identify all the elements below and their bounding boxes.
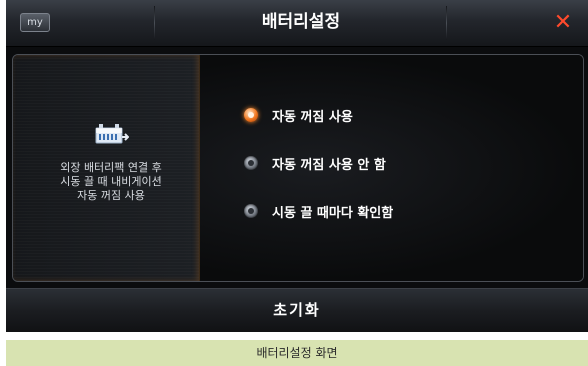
title-divider-right [446, 6, 447, 40]
description-line: 자동 꺼짐 사용 [77, 189, 145, 202]
figure-caption: 배터리설정 화면 [6, 340, 588, 366]
options-pane: 자동 꺼짐 사용 자동 꺼짐 사용 안 함 시동 끌 때마다 확인함 [200, 55, 583, 281]
option-label: 자동 꺼짐 사용 안 함 [272, 157, 386, 173]
battery-settings-screen: my 배터리설정 ✕ 외장 배터리팩 연결 후 시동 끌 때 내비게이션 자동 … [6, 0, 588, 332]
title-divider-left [154, 6, 155, 40]
option-auto-off[interactable]: 자동 꺼짐 사용 [244, 103, 353, 127]
description-line: 시동 끌 때 내비게이션 [60, 175, 162, 188]
radio-selected-icon[interactable] [244, 108, 258, 122]
reset-button[interactable]: 초기화 [6, 289, 588, 332]
close-icon[interactable]: ✕ [550, 10, 576, 36]
info-pane: 외장 배터리팩 연결 후 시동 끌 때 내비게이션 자동 꺼짐 사용 [13, 55, 200, 281]
radio-unselected-icon[interactable] [244, 156, 258, 170]
option-auto-off-disabled[interactable]: 자동 꺼짐 사용 안 함 [244, 151, 386, 175]
my-button[interactable]: my [20, 13, 50, 32]
settings-panel: 외장 배터리팩 연결 후 시동 끌 때 내비게이션 자동 꺼짐 사용 자동 꺼짐… [12, 54, 584, 282]
title-bar: my 배터리설정 ✕ [6, 0, 588, 47]
description-line: 외장 배터리팩 연결 후 [60, 161, 162, 174]
radio-unselected-icon[interactable] [244, 204, 258, 218]
option-label: 자동 꺼짐 사용 [272, 109, 353, 125]
bottom-bar: 초기화 [6, 288, 588, 332]
battery-description: 외장 배터리팩 연결 후 시동 끌 때 내비게이션 자동 꺼짐 사용 [21, 161, 201, 203]
page-title: 배터리설정 [261, 12, 341, 32]
battery-pack-icon [95, 124, 129, 144]
option-label: 시동 끌 때마다 확인함 [272, 205, 394, 221]
option-confirm-each-time[interactable]: 시동 끌 때마다 확인함 [244, 199, 393, 223]
